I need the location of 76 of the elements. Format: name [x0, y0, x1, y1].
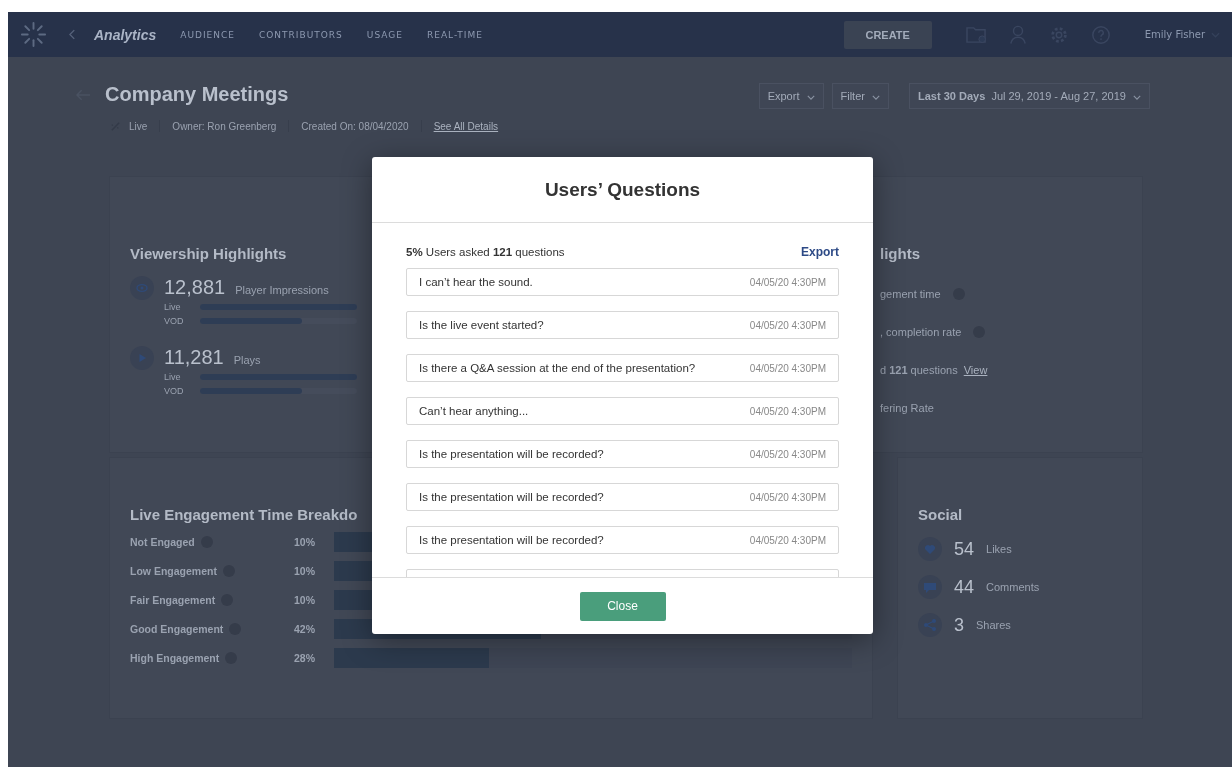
engagement-label: Not Engaged	[130, 536, 195, 548]
question-text: Is there a Q&A session at the end of the presentation?	[419, 362, 696, 374]
percent-text: 10%	[294, 536, 316, 548]
highlight-text: gement time	[880, 288, 941, 300]
engagement-label: High Engagement	[130, 652, 220, 664]
bar-label: VOD	[164, 386, 185, 396]
question-time: 04/05/20 4:30PM	[749, 534, 826, 546]
metric-icon	[130, 346, 154, 370]
card-title: lights	[880, 245, 920, 262]
logo-icon[interactable]	[20, 21, 47, 48]
bar-label: VOD	[164, 316, 185, 326]
metric-value: 12,881	[164, 276, 226, 299]
create-button[interactable]: CREATE	[843, 20, 932, 49]
question-time: 04/05/20 4:30PM	[749, 491, 826, 503]
metric-label: Plays	[233, 354, 261, 366]
question-text: I can’t hear the sound.	[419, 276, 533, 288]
card-title: Social	[918, 506, 963, 523]
metric-icon	[130, 276, 154, 300]
card-title: Viewership Highlights	[130, 245, 287, 262]
question-text: Is the presentation will be recorded?	[419, 448, 604, 460]
social-label: Shares	[976, 619, 1011, 631]
status-text: Live	[129, 120, 148, 132]
metric-label: Player Impressions	[235, 284, 329, 296]
metric-value: 11,281	[164, 346, 224, 369]
highlight-text: , completion rate	[880, 326, 962, 338]
page-title: Company Meetings	[105, 83, 289, 106]
social-count: 54	[954, 538, 975, 560]
nav-tab[interactable]: AUDIENCE	[180, 29, 235, 40]
question-text: Is the presentation will be recorded?	[419, 491, 604, 503]
date-range-dropdown[interactable]: Last 30 Days Jul 29, 2019 - Aug 27, 2019	[909, 83, 1150, 109]
created-date-text: Created On: 08/04/2020	[301, 120, 409, 132]
engagement-label: Fair Engagement	[130, 594, 216, 606]
engagement-label: Good Engagement	[130, 623, 224, 635]
caret-icon	[806, 94, 815, 100]
percent-text: 10%	[294, 565, 316, 577]
question-text: Is the presentation will be recorded?	[419, 534, 604, 546]
question-time: 04/05/20 4:30PM	[749, 362, 826, 374]
back-chevron-icon[interactable]	[69, 29, 76, 40]
user-menu[interactable]: Emily Fisher	[1144, 29, 1205, 40]
question-text: Is the live event started?	[419, 319, 544, 331]
bar-label: Live	[164, 302, 182, 312]
question-time: 04/05/20 4:30PM	[749, 448, 826, 460]
export-dropdown[interactable]: Export	[758, 83, 824, 109]
highlight-text: d 121 questions	[880, 364, 958, 376]
filter-dropdown[interactable]: Filter	[831, 83, 889, 109]
bar-label: Live	[164, 372, 182, 382]
social-icon	[918, 613, 942, 637]
highlight-text: fering Rate	[880, 402, 934, 414]
social-count: 3	[954, 614, 964, 636]
social-label: Comments	[986, 581, 1040, 593]
close-button[interactable]: Close	[579, 591, 666, 621]
social-count: 44	[954, 576, 975, 598]
question-time: 04/05/20 4:30PM	[749, 319, 826, 331]
question-time: 04/05/20 4:30PM	[749, 276, 826, 288]
app-title: Analytics	[94, 26, 157, 43]
social-icon	[918, 537, 942, 561]
question-text: Can’t hear anything...	[419, 405, 529, 417]
percent-text: 10%	[294, 594, 316, 606]
percent-text: 28%	[294, 652, 316, 664]
card-title: Live Engagement Time Breakdo	[130, 506, 359, 523]
nav-tab[interactable]: REAL-TIME	[426, 29, 483, 40]
see-details-link[interactable]: See All Details	[433, 120, 499, 132]
nav-tab[interactable]: CONTRIBUTORS	[258, 29, 343, 40]
social-icon	[918, 575, 942, 599]
percent-text: 42%	[294, 623, 316, 635]
question-time: 04/05/20 4:30PM	[749, 405, 826, 417]
owner-text: Owner: Ron Greenberg	[172, 120, 277, 132]
caret-icon	[872, 94, 880, 100]
view-link[interactable]: View	[963, 364, 988, 376]
engagement-label: Low Engagement	[130, 565, 217, 577]
social-label: Likes	[986, 543, 1012, 555]
questions-summary: 5% Users asked 121 questions	[406, 246, 565, 258]
export-link[interactable]: Export	[801, 245, 839, 259]
nav-tab[interactable]: USAGE	[366, 29, 403, 40]
dialog-title: Users’ Questions	[544, 178, 701, 201]
caret-icon	[1133, 94, 1141, 100]
